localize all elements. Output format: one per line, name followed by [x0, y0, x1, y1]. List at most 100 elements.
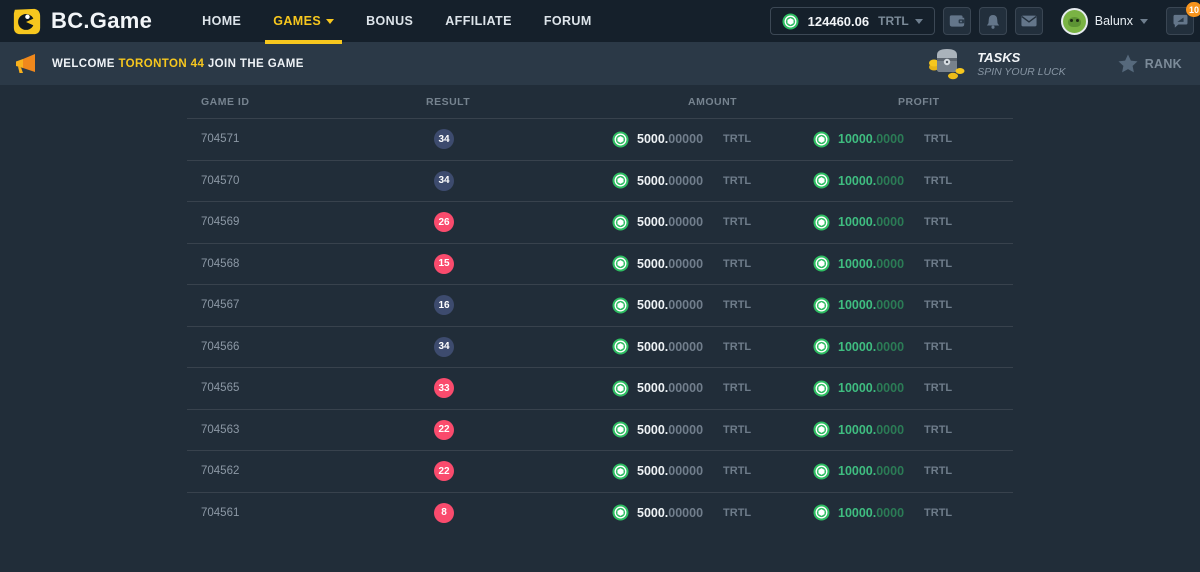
- trtl-coin-icon: [612, 172, 629, 189]
- top-header: BC.Game HOME GAMES BONUS AFFILIATE FORUM…: [0, 0, 1200, 42]
- user-name: Balunx: [1095, 14, 1133, 28]
- result-badge: 26: [434, 212, 454, 232]
- amount-cell: 5000.00000 TRTL: [612, 421, 813, 439]
- profit-cell: 10000.0000 TRTL: [813, 213, 1013, 231]
- game-id: 704568: [187, 258, 426, 270]
- profit-currency: TRTL: [924, 216, 952, 228]
- game-id: 704561: [187, 507, 426, 519]
- amount-currency: TRTL: [723, 299, 751, 311]
- trtl-coin-icon: [813, 504, 830, 521]
- tasks-subtitle: SPIN YOUR LUCK: [977, 66, 1066, 78]
- logo[interactable]: BC.Game: [12, 6, 152, 36]
- profit-cell: 10000.0000 TRTL: [813, 172, 1013, 190]
- table-row[interactable]: 704571 34 5000.00000 TRTL 10000.0000 TRT…: [187, 118, 1013, 160]
- wallet-icon: [949, 14, 965, 28]
- trtl-coin-icon: [612, 338, 629, 355]
- profit-cell: 10000.0000 TRTL: [813, 421, 1013, 439]
- amount-cell: 5000.00000 TRTL: [612, 462, 813, 480]
- envelope-icon: [1021, 15, 1037, 27]
- game-id: 704569: [187, 216, 426, 228]
- table-row[interactable]: 704567 16 5000.00000 TRTL 10000.0000 TRT…: [187, 284, 1013, 326]
- trtl-coin-icon: [813, 380, 830, 397]
- table-row[interactable]: 704565 33 5000.00000 TRTL 10000.0000 TRT…: [187, 367, 1013, 409]
- treasure-chest-icon: [927, 47, 969, 81]
- bet-history-table: GAME ID RESULT AMOUNT PROFIT 704571 34 5…: [187, 85, 1013, 533]
- notifications-button[interactable]: [979, 7, 1007, 35]
- trtl-coin-icon: [612, 214, 629, 231]
- amount-cell: 5000.00000 TRTL: [612, 296, 813, 314]
- nav-home[interactable]: HOME: [186, 0, 257, 42]
- profit-currency: TRTL: [924, 382, 952, 394]
- trtl-coin-icon: [612, 504, 629, 521]
- table-row[interactable]: 704563 22 5000.00000 TRTL 10000.0000 TRT…: [187, 409, 1013, 451]
- profit-cell: 10000.0000 TRTL: [813, 504, 1013, 522]
- profit-currency: TRTL: [924, 507, 952, 519]
- amount-currency: TRTL: [723, 424, 751, 436]
- trtl-coin-icon: [813, 338, 830, 355]
- table-row[interactable]: 704566 34 5000.00000 TRTL 10000.0000 TRT…: [187, 326, 1013, 368]
- megaphone-icon: [14, 53, 38, 75]
- amount-currency: TRTL: [723, 175, 751, 187]
- logo-text: BC.Game: [51, 8, 152, 34]
- game-id: 704565: [187, 382, 426, 394]
- nav-affiliate[interactable]: AFFILIATE: [429, 0, 528, 42]
- chat-button[interactable]: 10: [1166, 7, 1194, 35]
- table-row[interactable]: 704569 26 5000.00000 TRTL 10000.0000 TRT…: [187, 201, 1013, 243]
- chevron-down-icon: [915, 19, 923, 24]
- trtl-coin-icon: [813, 421, 830, 438]
- nav-forum[interactable]: FORUM: [528, 0, 608, 42]
- amount-cell: 5000.00000 TRTL: [612, 213, 813, 231]
- table-row[interactable]: 704562 22 5000.00000 TRTL 10000.0000 TRT…: [187, 450, 1013, 492]
- chat-notification-badge: 10: [1186, 2, 1200, 17]
- amount-currency: TRTL: [723, 258, 751, 270]
- profit-currency: TRTL: [924, 424, 952, 436]
- nav-bonus[interactable]: BONUS: [350, 0, 429, 42]
- mail-button[interactable]: [1015, 7, 1043, 35]
- trtl-coin-icon: [612, 463, 629, 480]
- result-badge: 15: [434, 254, 454, 274]
- table-row[interactable]: 704568 15 5000.00000 TRTL 10000.0000 TRT…: [187, 243, 1013, 285]
- header-right: 124460.06 TRTL: [770, 7, 1194, 35]
- result-badge: 16: [434, 295, 454, 315]
- trtl-coin-icon: [612, 297, 629, 314]
- trtl-coin-icon: [612, 421, 629, 438]
- col-result: RESULT: [426, 96, 612, 108]
- rank-link[interactable]: RANK: [1118, 54, 1182, 73]
- user-menu[interactable]: Balunx: [1061, 8, 1148, 35]
- chat-bubble-icon: [1173, 14, 1188, 28]
- amount-currency: TRTL: [723, 507, 751, 519]
- profit-currency: TRTL: [924, 341, 952, 353]
- table-row[interactable]: 704561 8 5000.00000 TRTL 10000.0000 TRTL: [187, 492, 1013, 534]
- result-badge: 33: [434, 378, 454, 398]
- bcgame-logo-icon: [12, 6, 42, 36]
- game-id: 704567: [187, 299, 426, 311]
- table-body: 704571 34 5000.00000 TRTL 10000.0000 TRT…: [187, 118, 1013, 533]
- profit-cell: 10000.0000 TRTL: [813, 255, 1013, 273]
- amount-cell: 5000.00000 TRTL: [612, 255, 813, 273]
- welcome-banner: WELCOME TORONTON 44 JOIN THE GAME TASKS …: [0, 42, 1200, 85]
- profit-cell: 10000.0000 TRTL: [813, 296, 1013, 314]
- trtl-coin-icon: [612, 255, 629, 272]
- game-id: 704570: [187, 175, 426, 187]
- welcome-message: WELCOME TORONTON 44 JOIN THE GAME: [52, 58, 304, 70]
- balance-selector[interactable]: 124460.06 TRTL: [770, 7, 935, 35]
- nav-games[interactable]: GAMES: [257, 0, 350, 42]
- trtl-coin-icon: [813, 172, 830, 189]
- amount-cell: 5000.00000 TRTL: [612, 130, 813, 148]
- game-id: 704562: [187, 465, 426, 477]
- table-row[interactable]: 704570 34 5000.00000 TRTL 10000.0000 TRT…: [187, 160, 1013, 202]
- result-badge: 22: [434, 420, 454, 440]
- col-profit: PROFIT: [813, 96, 1013, 108]
- chevron-down-icon: [326, 19, 334, 24]
- tasks-link[interactable]: TASKS SPIN YOUR LUCK: [927, 47, 1066, 81]
- tasks-title: TASKS: [977, 50, 1066, 65]
- profit-currency: TRTL: [924, 299, 952, 311]
- result-badge: 34: [434, 337, 454, 357]
- trtl-coin-icon: [813, 297, 830, 314]
- result-badge: 34: [434, 171, 454, 191]
- bell-icon: [986, 14, 1000, 29]
- wallet-button[interactable]: [943, 7, 971, 35]
- game-id: 704571: [187, 133, 426, 145]
- balance-amount: 124460.06: [808, 14, 869, 29]
- col-amount: AMOUNT: [612, 96, 813, 108]
